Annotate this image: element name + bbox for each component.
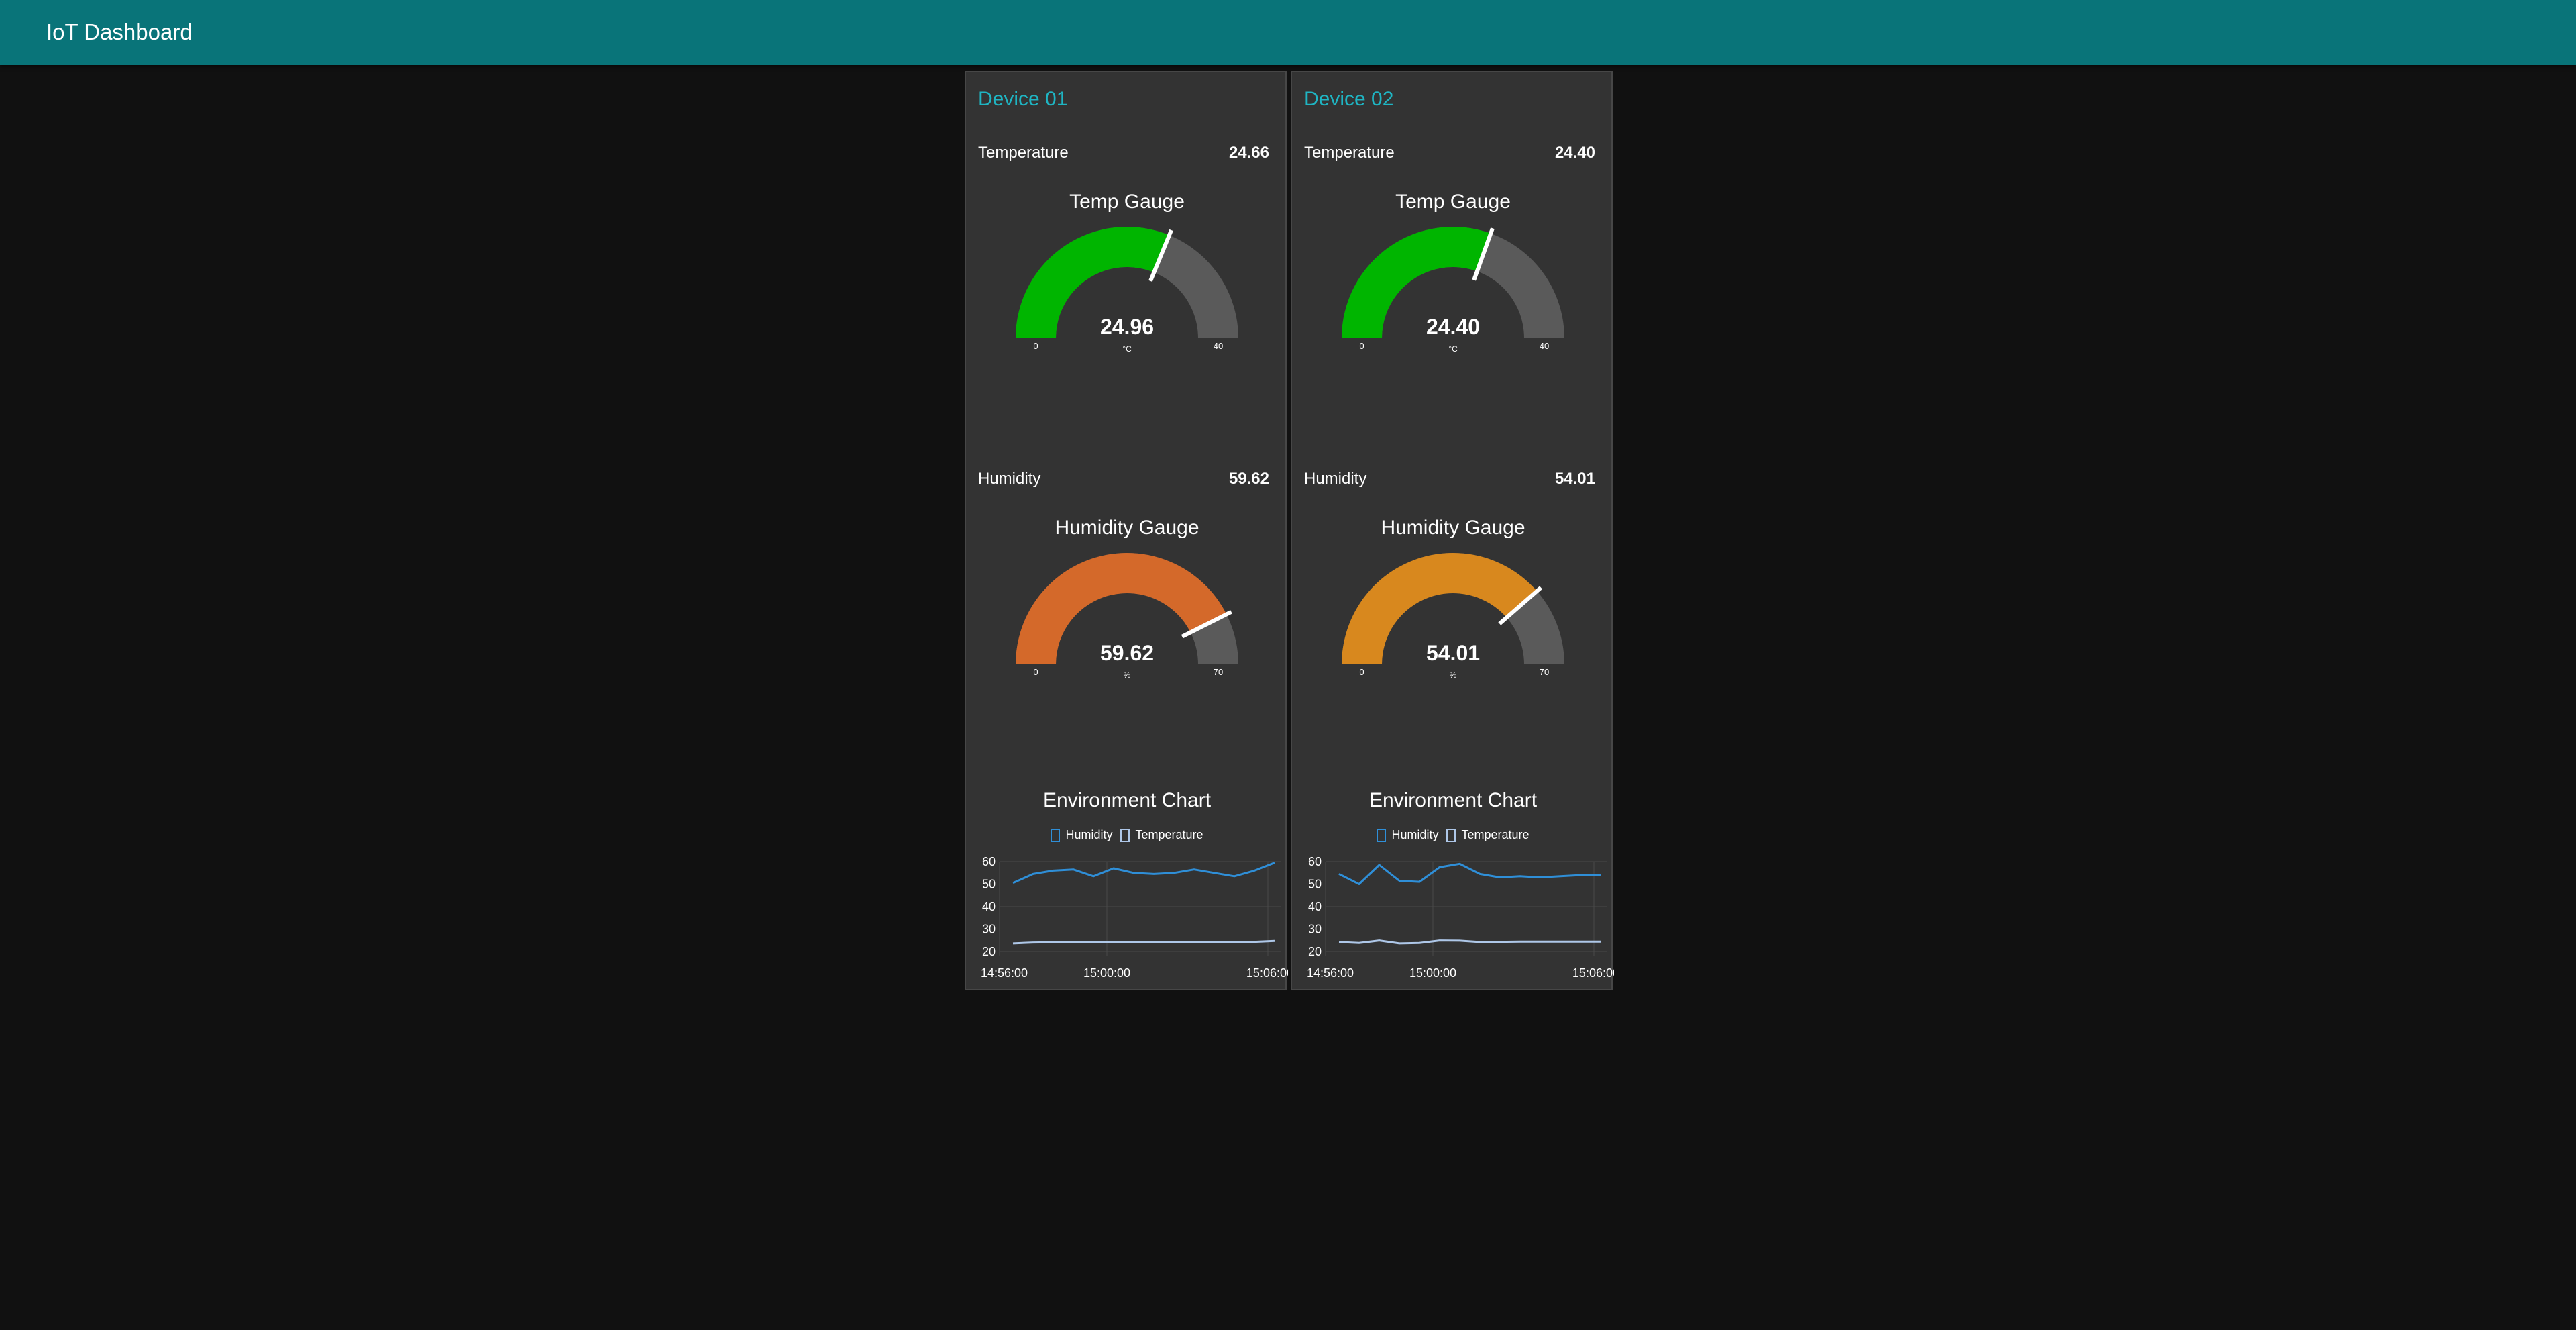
- humidity-label: Humidity: [1304, 470, 1367, 488]
- legend-item-humidity[interactable]: Humidity: [1051, 828, 1112, 842]
- gauge-unit: %: [1124, 670, 1131, 680]
- humidity-gauge: 59.62% 0 70: [1016, 553, 1238, 680]
- app-title: IoT Dashboard: [46, 19, 193, 44]
- humidity-value: 54.01: [1554, 470, 1595, 488]
- gauge-unit: %: [1450, 670, 1457, 680]
- y-tick-label: 40: [982, 900, 996, 913]
- legend-swatch-temperature: [1446, 828, 1456, 842]
- legend-label-humidity: Humidity: [1065, 828, 1113, 841]
- gauge-min-label: 0: [1359, 667, 1364, 677]
- legend-swatch-temperature: [1120, 828, 1130, 842]
- gauge-min-label: 0: [1033, 341, 1038, 351]
- legend-label-humidity: Humidity: [1391, 828, 1439, 841]
- x-tick-label: 15:06:00: [1246, 966, 1288, 980]
- humidity-gauge: 54.01% 0 70: [1342, 553, 1564, 680]
- gauge-max-label: 70: [1540, 667, 1549, 677]
- legend-label-temperature: Temperature: [1135, 828, 1203, 841]
- series-line-humidity: [1012, 862, 1275, 884]
- device-title: Device 02: [1304, 88, 1394, 110]
- legend-swatch-humidity: [1377, 828, 1387, 842]
- device-card-01: Device 01 Temperature 24.66 Temp Gauge 2…: [965, 71, 1288, 990]
- chart-title: Environment Chart: [1368, 789, 1538, 811]
- y-tick-label: 30: [1308, 923, 1322, 936]
- y-tick-label: 50: [1308, 878, 1322, 891]
- y-tick-label: 30: [982, 923, 996, 936]
- temp-gauge: 24.40 °C 0 40: [1342, 227, 1564, 354]
- temperature-value: 24.40: [1554, 144, 1595, 162]
- gauge-value: 59.62: [1100, 641, 1154, 665]
- gauge-unit: °C: [1122, 344, 1132, 354]
- y-tick-label: 60: [1308, 855, 1322, 868]
- chart-legend: Humidity Temperature: [1292, 828, 1614, 842]
- series-line-temperature: [1338, 939, 1601, 945]
- legend-swatch-humidity: [1051, 828, 1061, 842]
- legend-item-temperature[interactable]: Temperature: [1120, 828, 1203, 842]
- temp-gauge-title: Temp Gauge: [1069, 191, 1185, 213]
- chart-legend: Humidity Temperature: [966, 828, 1288, 842]
- temperature-value: 24.66: [1228, 144, 1269, 162]
- gauge-max-label: 40: [1540, 341, 1549, 351]
- y-tick-label: 50: [982, 878, 996, 891]
- device-card-02: Device 02 Temperature 24.40 Temp Gauge 2…: [1291, 71, 1614, 990]
- x-tick-label: 15:06:00: [1572, 966, 1614, 980]
- gauge-value: 54.01: [1426, 641, 1480, 665]
- y-tick-label: 20: [982, 945, 996, 958]
- temp-gauge-title: Temp Gauge: [1395, 191, 1511, 213]
- series-line-temperature: [1012, 939, 1275, 945]
- humidity-gauge-title: Humidity Gauge: [1055, 517, 1199, 539]
- legend-item-humidity[interactable]: Humidity: [1377, 828, 1438, 842]
- gauge-value: 24.40: [1426, 315, 1480, 339]
- temp-gauge: 24.96 °C 0 40: [1016, 226, 1238, 354]
- y-tick-label: 60: [982, 855, 996, 868]
- gauge-min-label: 0: [1033, 667, 1038, 677]
- x-tick-label: 15:00:00: [1409, 966, 1456, 980]
- gauge-min-label: 0: [1359, 341, 1364, 351]
- temperature-label: Temperature: [1304, 144, 1395, 162]
- device-title: Device 01: [978, 88, 1068, 110]
- top-header-bar: IoT Dashboard: [0, 0, 2576, 65]
- y-tick-label: 40: [1308, 900, 1322, 913]
- gauge-max-label: 70: [1214, 667, 1223, 677]
- series-line-humidity: [1338, 862, 1601, 885]
- environment-chart: 20 30 40 50 60 14:56:00 15:00:00 15:06:00: [1307, 855, 1614, 980]
- legend-label-temperature: Temperature: [1461, 828, 1529, 841]
- gauge-value: 24.96: [1100, 315, 1154, 339]
- x-tick-label: 14:56:00: [981, 966, 1028, 980]
- temperature-label: Temperature: [978, 144, 1069, 162]
- legend-item-temperature[interactable]: Temperature: [1446, 828, 1529, 842]
- gauge-max-label: 40: [1214, 341, 1223, 351]
- gauge-unit: °C: [1448, 344, 1458, 354]
- environment-chart: 20 30 40 50 60 14:56:00 15:00:00 15:06:00: [981, 855, 1288, 980]
- x-tick-label: 14:56:00: [1307, 966, 1354, 980]
- y-tick-label: 20: [1308, 945, 1322, 958]
- humidity-label: Humidity: [978, 470, 1041, 488]
- chart-title: Environment Chart: [1042, 789, 1212, 811]
- x-tick-label: 15:00:00: [1083, 966, 1130, 980]
- humidity-gauge-title: Humidity Gauge: [1381, 517, 1525, 539]
- humidity-value: 59.62: [1228, 470, 1269, 488]
